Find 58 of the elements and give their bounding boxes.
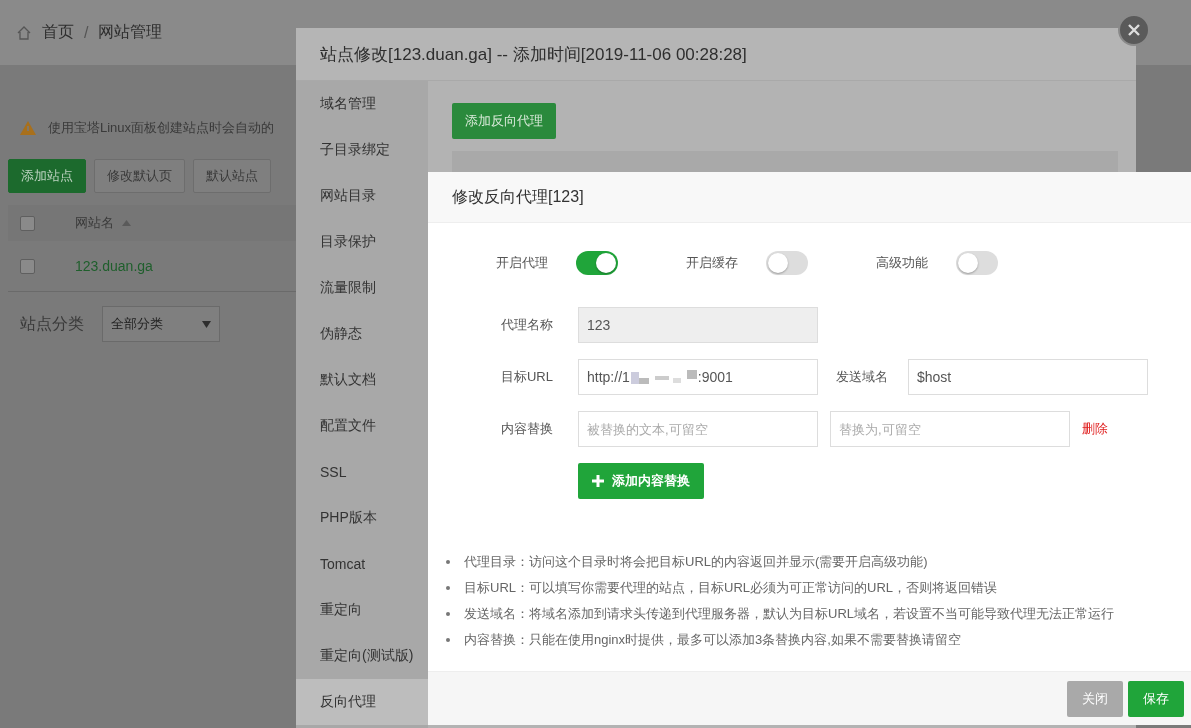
toggle-label: 开启缓存 (686, 254, 738, 272)
tip-text: 目标URL：可以填写你需要代理的站点，目标URL必须为可正常访问的URL，否则将返回错误 (464, 579, 998, 597)
settings-menu-item[interactable]: 伪静态 (296, 311, 428, 357)
tip-text: 内容替换：只能在使用nginx时提供，最多可以添加3条替换内容,如果不需要替换请留空 (464, 631, 961, 649)
notice-text: 使用宝塔Linux面板创建站点时会自动的 (48, 119, 275, 137)
close-icon[interactable] (1118, 14, 1150, 46)
settings-menu-item[interactable]: 网站目录 (296, 173, 428, 219)
target-url-field[interactable]: http://1 :9001 (578, 359, 818, 395)
settings-menu-item[interactable]: Tomcat (296, 541, 428, 587)
row-checkbox[interactable] (20, 258, 35, 274)
add-replace-button[interactable]: 添加内容替换 (578, 463, 704, 499)
redaction-block (630, 370, 697, 384)
category-select[interactable]: 全部分类 (102, 306, 220, 342)
bullet-icon (446, 638, 450, 642)
settings-menu-item[interactable]: 目录保护 (296, 219, 428, 265)
tip-text: 代理目录：访问这个目录时将会把目标URL的内容返回并显示(需要开启高级功能) (464, 553, 928, 571)
settings-menu-item[interactable]: PHP版本 (296, 495, 428, 541)
replace-to-field[interactable]: 替换为,可留空 (830, 411, 1070, 447)
delete-link[interactable]: 删除 (1082, 420, 1108, 438)
plus-icon (592, 475, 604, 487)
settings-menu-item[interactable]: SSL (296, 449, 428, 495)
breadcrumb-separator: / (84, 23, 89, 42)
toggle-label: 高级功能 (876, 254, 928, 272)
site-action-button[interactable]: 添加站点 (8, 159, 86, 193)
dialog-title: 修改反向代理[123] (428, 172, 1191, 223)
toggle-switch[interactable] (766, 251, 808, 275)
category-label: 站点分类 (20, 313, 84, 334)
settings-menu-item[interactable]: 流量限制 (296, 265, 428, 311)
dropdown-caret-icon (202, 320, 211, 328)
select-all-checkbox[interactable] (20, 215, 35, 231)
settings-menu-item[interactable]: 配置文件 (296, 403, 428, 449)
tip-text: 发送域名：将域名添加到请求头传递到代理服务器，默认为目标URL域名，若设置不当可能导致代理无法正常运行 (464, 605, 1114, 623)
replace-from-field[interactable]: 被替换的文本,可留空 (578, 411, 818, 447)
bullet-icon (446, 612, 450, 616)
field-label: 代理名称 (500, 316, 554, 334)
field-label: 发送域名 (835, 368, 889, 386)
warning-icon (20, 121, 36, 135)
save-button[interactable]: 保存 (1128, 680, 1184, 717)
site-action-button[interactable]: 默认站点 (193, 159, 271, 193)
toggle-switch[interactable] (956, 251, 998, 275)
bullet-icon (446, 560, 450, 564)
field-label: 目标URL (500, 368, 554, 386)
settings-menu-item[interactable]: 重定向 (296, 587, 428, 633)
add-proxy-button[interactable]: 添加反向代理 (452, 103, 556, 139)
home-icon[interactable] (16, 24, 32, 41)
breadcrumb-current: 网站管理 (98, 22, 163, 42)
toggle-switch[interactable] (576, 251, 618, 275)
breadcrumb-link[interactable]: 首页 (42, 22, 74, 43)
settings-menu-item[interactable]: 域名管理 (296, 81, 428, 127)
site-action-button[interactable]: 修改默认页 (94, 159, 185, 193)
send-domain-field[interactable]: $host (908, 359, 1148, 395)
settings-menu-item[interactable]: 默认文档 (296, 357, 428, 403)
settings-menu-item[interactable]: 反向代理 (296, 679, 428, 725)
settings-menu-item[interactable]: 子目录绑定 (296, 127, 428, 173)
toggle-label: 开启代理 (496, 254, 548, 272)
bullet-icon (446, 586, 450, 590)
settings-menu-item[interactable]: 重定向(测试版) (296, 633, 428, 679)
field-label: 内容替换 (500, 420, 554, 438)
